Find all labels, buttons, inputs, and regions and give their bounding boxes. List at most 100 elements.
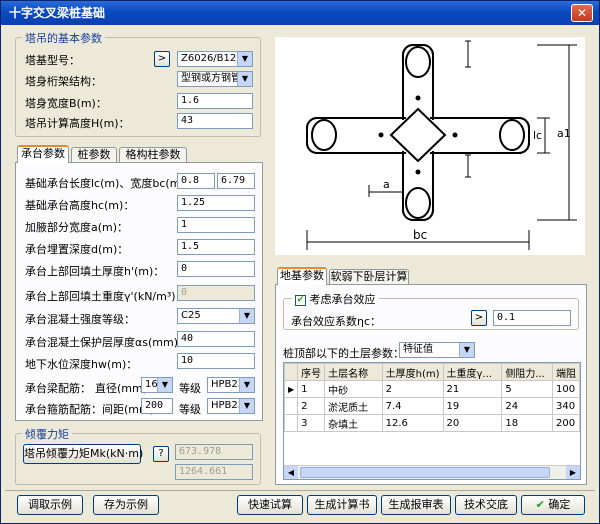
table-cell[interactable]: 21 <box>442 380 503 398</box>
ok-label: 确定 <box>548 498 571 511</box>
scrollbar-thumb[interactable] <box>300 467 550 478</box>
table-row[interactable]: ▶ 1 中砂 2 21 5 100 <box>284 380 580 398</box>
column-header[interactable]: 土重度γ... <box>442 363 503 381</box>
table-row[interactable]: 2 淤泥质土 7.4 19 24 340 <box>284 397 580 415</box>
chevron-down-icon: ▼ <box>239 399 254 413</box>
scroll-left-icon[interactable]: ◀ <box>284 466 298 479</box>
soil-param-label: 桩顶部以下的土层参数： <box>283 347 404 360</box>
label-lc: lc <box>533 129 542 142</box>
chevron-down-icon: ▼ <box>239 309 254 323</box>
tab-weak-layer[interactable]: 软弱下卧层计算 <box>329 269 409 285</box>
horizontal-scrollbar[interactable]: ◀ ▶ <box>284 465 580 479</box>
depth-input[interactable]: 1.5 <box>177 239 255 255</box>
table-cell[interactable]: 200 <box>551 414 580 432</box>
gen-report-button[interactable]: 生成计算书 <box>307 495 377 515</box>
tab-foundation[interactable]: 地基参数 <box>277 267 327 285</box>
table-cell[interactable]: 18 <box>501 414 553 432</box>
tab-pile[interactable]: 桩参数 <box>71 147 117 163</box>
table-cell[interactable]: 20 <box>442 414 503 432</box>
coef-input[interactable]: 0.1 <box>493 310 571 326</box>
column-header[interactable]: 端阻 <box>551 363 580 381</box>
model-select[interactable]: Z6026/B12 ▼ <box>177 51 253 67</box>
soil-table-frame: 序号 土层名称 土厚度h(m) 土重度γ... 侧阻力... 端阻 ▶ 1 中砂… <box>283 362 581 480</box>
moment-title: 倾覆力矩 <box>22 426 72 442</box>
soil-table: 序号 土层名称 土厚度h(m) 土重度γ... 侧阻力... 端阻 ▶ 1 中砂… <box>284 363 580 432</box>
column-header[interactable]: 序号 <box>297 363 326 381</box>
table-cell[interactable]: 100 <box>551 380 580 398</box>
table-cell[interactable]: 3 <box>297 414 326 432</box>
depth-label: 承台埋置深度d(m)： <box>25 243 129 256</box>
column-header[interactable]: 土厚度h(m) <box>381 363 444 381</box>
cap-width-input[interactable]: 6.79 <box>217 173 255 189</box>
height-input[interactable]: 43 <box>177 113 253 129</box>
row-indicator <box>284 397 299 415</box>
cap-effect-checkbox-row[interactable]: ✔ 考虑承台效应 <box>292 291 379 307</box>
ok-button[interactable]: ✔ 确定 <box>521 495 585 515</box>
column-header[interactable]: 土层名称 <box>324 363 383 381</box>
struct-select[interactable]: 型钢或方钢管 ▼ <box>177 71 253 87</box>
table-cell[interactable]: 杂填土 <box>324 414 383 432</box>
label-bc: bc <box>413 228 427 242</box>
gen-review-button[interactable]: 生成报审表 <box>381 495 451 515</box>
table-cell[interactable]: 7.4 <box>381 397 444 415</box>
tab-cap[interactable]: 承台参数 <box>17 145 69 163</box>
footer-divider <box>5 490 595 491</box>
grade-label: 承台混凝土强度等级： <box>25 313 135 326</box>
table-cell[interactable]: 中砂 <box>324 380 383 398</box>
grade-select[interactable]: C25 ▼ <box>177 308 255 324</box>
row-pointer-icon: ▶ <box>284 380 299 398</box>
fill-input[interactable]: 0 <box>177 261 255 277</box>
fill-label: 承台上部回填土厚度h'(m)： <box>25 265 165 278</box>
table-cell[interactable]: 5 <box>501 380 553 398</box>
stir-label: 承台箍筋配筋：间距(mm) <box>25 403 155 416</box>
cap-height-label: 基础承台高度hc(m)： <box>25 199 135 212</box>
load-example-button[interactable]: 调取示例 <box>17 495 83 515</box>
model-browse-button[interactable]: > <box>154 51 170 67</box>
cover-input[interactable]: 40 <box>177 331 255 347</box>
cap-height-input[interactable]: 1.25 <box>177 195 255 211</box>
table-cell[interactable]: 1 <box>297 380 326 398</box>
water-input[interactable]: 10 <box>177 353 255 369</box>
beam-dia-label: 直径(mm) <box>95 382 148 395</box>
table-cell[interactable]: 340 <box>551 397 580 415</box>
water-label: 地下水位深度hw(m)： <box>25 358 138 371</box>
table-row[interactable]: 3 杂填土 12.6 20 18 200 <box>284 414 580 432</box>
tech-brief-button[interactable]: 技术交底 <box>455 495 517 515</box>
soil-param-select[interactable]: 特征值 ▼ <box>399 342 475 358</box>
tab-lattice[interactable]: 格构柱参数 <box>119 147 187 163</box>
stir-input[interactable]: 200 <box>141 398 173 414</box>
table-cell[interactable]: 19 <box>442 397 503 415</box>
close-button[interactable]: ✕ <box>571 4 593 22</box>
scroll-right-icon[interactable]: ▶ <box>566 466 580 479</box>
beam-grade-select[interactable]: HPB235 ▼ <box>207 377 255 393</box>
quick-calc-button[interactable]: 快速试算 <box>237 495 303 515</box>
table-cell[interactable]: 2 <box>381 380 444 398</box>
coef-label: 承台效应系数ηc： <box>291 315 382 328</box>
width-label: 塔身宽度B(m)： <box>25 97 107 110</box>
chevron-down-icon: ▼ <box>459 343 474 357</box>
save-example-button[interactable]: 存为示例 <box>93 495 159 515</box>
chevron-down-icon: ▼ <box>237 72 252 86</box>
help-button[interactable]: ? <box>153 446 169 462</box>
table-cell[interactable]: 2 <box>297 397 326 415</box>
stir-grade-select[interactable]: HPB235 ▼ <box>207 398 255 414</box>
width-input[interactable]: 1.6 <box>177 93 253 109</box>
cap-effect-label: 考虑承台效应 <box>309 293 376 306</box>
check-icon: ✔ <box>535 498 545 511</box>
weight-label: 承台上部回填土重度γ'(kN/m³)： <box>25 290 187 303</box>
diagram-canvas: lc a1 a bc <box>275 37 585 255</box>
stir-grade-label: 等级 <box>179 403 201 416</box>
moment-button[interactable]: 塔吊倾覆力矩Mk(kN·m) <box>23 444 143 464</box>
table-cell[interactable]: 12.6 <box>381 414 444 432</box>
beam-dia-select[interactable]: 16 ▼ <box>141 377 173 393</box>
checkbox-icon[interactable]: ✔ <box>295 294 306 306</box>
table-cell[interactable]: 24 <box>501 397 553 415</box>
column-header[interactable]: 侧阻力... <box>501 363 553 381</box>
coef-browse-button[interactable]: > <box>471 310 487 326</box>
window-title: 十字交叉梁桩基础 <box>9 6 106 20</box>
table-cell[interactable]: 淤泥质土 <box>324 397 383 415</box>
weight-input: 0 <box>177 285 255 301</box>
cap-len-input[interactable]: 0.8 <box>177 173 215 189</box>
struct-label: 塔身桁架结构： <box>25 75 102 88</box>
haunch-input[interactable]: 1 <box>177 217 255 233</box>
